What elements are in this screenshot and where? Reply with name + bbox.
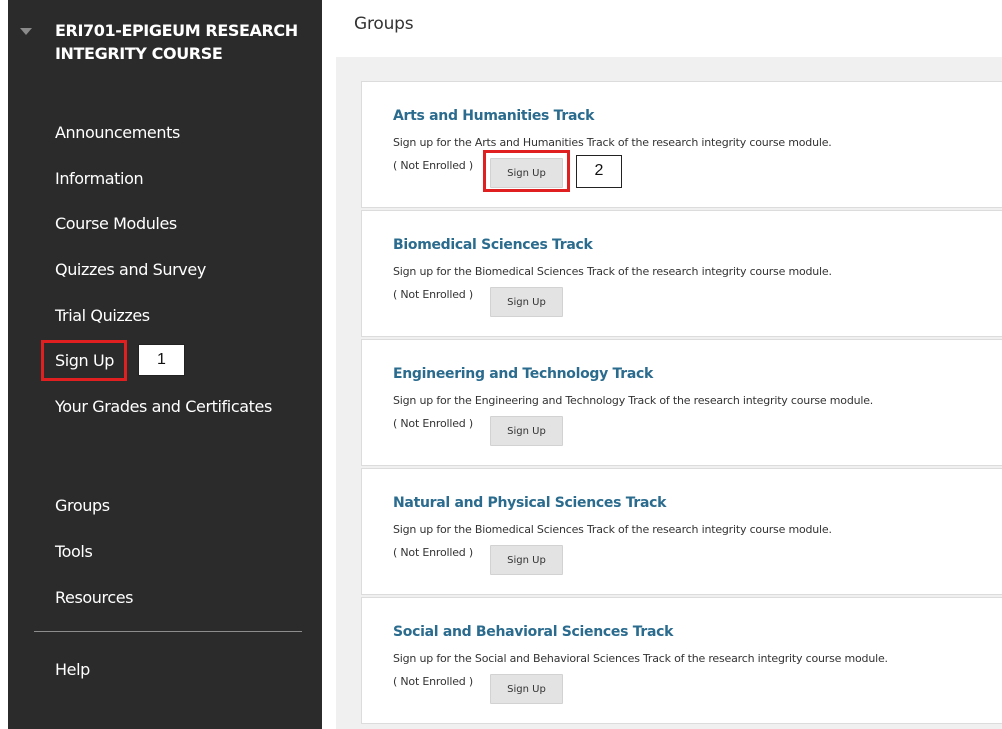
collapse-triangle-icon[interactable] — [20, 28, 32, 35]
enrollment-status: ( Not Enrolled ) — [393, 675, 473, 688]
group-description: Sign up for the Social and Behavioral Sc… — [393, 652, 888, 665]
group-title[interactable]: Social and Behavioral Sciences Track — [393, 624, 674, 640]
group-title[interactable]: Arts and Humanities Track — [393, 108, 594, 124]
sign-up-button[interactable]: Sign Up — [490, 416, 563, 446]
enrollment-status: ( Not Enrolled ) — [393, 417, 473, 430]
group-description: Sign up for the Arts and Humanities Trac… — [393, 136, 832, 149]
highlight-box-sign-up-button — [483, 150, 570, 192]
blackboard-page: ERI701-EPIGEUM RESEARCH INTEGRITY COURSE… — [0, 0, 1002, 729]
sidebar-item-your-grades-and-certificates[interactable]: Your Grades and Certificates — [55, 395, 285, 418]
group-title[interactable]: Biomedical Sciences Track — [393, 237, 593, 253]
highlight-box-sign-up-menu — [41, 340, 127, 381]
sidebar-item-quizzes-and-survey[interactable]: Quizzes and Survey — [55, 258, 206, 281]
sidebar-item-information[interactable]: Information — [55, 167, 144, 190]
sidebar-item-groups[interactable]: Groups — [55, 494, 110, 517]
enrollment-status: ( Not Enrolled ) — [393, 159, 473, 172]
sidebar-item-trial-quizzes[interactable]: Trial Quizzes — [55, 304, 150, 327]
step-callout-2: 2 — [576, 155, 622, 188]
group-description: Sign up for the Biomedical Sciences Trac… — [393, 265, 832, 278]
sidebar-item-resources[interactable]: Resources — [55, 586, 134, 609]
group-description: Sign up for the Biomedical Sciences Trac… — [393, 523, 832, 536]
group-card-social-and-behavioral-sciences: Social and Behavioral Sciences Track Sig… — [361, 597, 1002, 724]
page-title: Groups — [354, 14, 414, 34]
enrollment-status: ( Not Enrolled ) — [393, 288, 473, 301]
group-card-natural-and-physical-sciences: Natural and Physical Sciences Track Sign… — [361, 468, 1002, 595]
group-title[interactable]: Natural and Physical Sciences Track — [393, 495, 666, 511]
sign-up-button[interactable]: Sign Up — [490, 287, 563, 317]
sidebar-item-tools[interactable]: Tools — [55, 540, 93, 563]
sidebar-item-help[interactable]: Help — [55, 658, 90, 681]
step-callout-1: 1 — [138, 344, 185, 376]
group-card-engineering-and-technology: Engineering and Technology Track Sign up… — [361, 339, 1002, 466]
group-description: Sign up for the Engineering and Technolo… — [393, 394, 874, 407]
group-title[interactable]: Engineering and Technology Track — [393, 366, 653, 382]
group-card-arts-and-humanities: Arts and Humanities Track Sign up for th… — [361, 81, 1002, 208]
sign-up-button[interactable]: Sign Up — [490, 674, 563, 704]
sidebar-divider — [34, 631, 302, 632]
sign-up-button[interactable]: Sign Up — [490, 545, 563, 575]
course-title[interactable]: ERI701-EPIGEUM RESEARCH INTEGRITY COURSE — [55, 19, 305, 65]
group-card-biomedical-sciences: Biomedical Sciences Track Sign up for th… — [361, 210, 1002, 337]
sidebar-item-announcements[interactable]: Announcements — [55, 121, 180, 144]
sidebar-item-course-modules[interactable]: Course Modules — [55, 212, 177, 235]
enrollment-status: ( Not Enrolled ) — [393, 546, 473, 559]
